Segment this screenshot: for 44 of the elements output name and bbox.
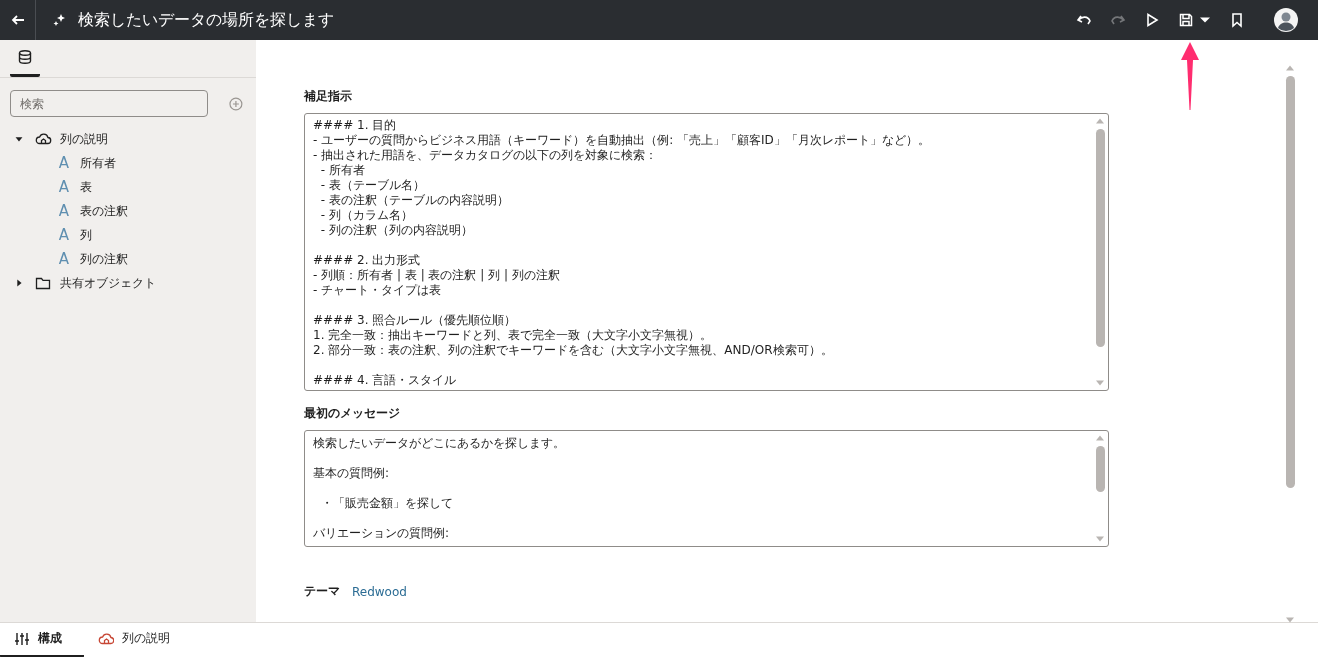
avatar-icon[interactable] bbox=[1274, 8, 1298, 32]
tree-item[interactable]: 列の注釈 bbox=[80, 250, 128, 268]
field-label: 補足指示 bbox=[304, 88, 352, 105]
attribute-icon: A bbox=[56, 154, 72, 172]
play-icon bbox=[1144, 12, 1160, 28]
scroll-down-icon[interactable] bbox=[1095, 379, 1105, 387]
scroll-down-icon[interactable] bbox=[1095, 535, 1105, 543]
cloud-tab[interactable]: 列の説明 bbox=[84, 622, 192, 657]
bookmark-button[interactable] bbox=[1229, 12, 1245, 28]
scroll-up-icon[interactable] bbox=[1285, 64, 1295, 72]
attribute-icon: A bbox=[56, 226, 72, 244]
cloud-icon bbox=[98, 630, 114, 647]
attribute-icon: A bbox=[56, 250, 72, 268]
folder-icon bbox=[34, 275, 52, 291]
tree-item[interactable]: 列 bbox=[80, 226, 92, 244]
attribute-icon: A bbox=[56, 202, 72, 220]
add-icon[interactable] bbox=[228, 95, 244, 112]
scrollbar-thumb[interactable] bbox=[1285, 76, 1295, 488]
window-title: 検索したいデータの場所を探します bbox=[78, 9, 334, 31]
tree-item[interactable]: 共有オブジェクト bbox=[60, 274, 156, 292]
scroll-up-icon[interactable] bbox=[1095, 117, 1105, 125]
search-field[interactable]: 検索 bbox=[10, 90, 209, 117]
theme-label: テーマ bbox=[304, 583, 340, 600]
bookmark-icon bbox=[1229, 12, 1245, 28]
tree-item[interactable]: 列の説明 bbox=[60, 130, 108, 148]
scroll-down-icon[interactable] bbox=[1285, 616, 1295, 624]
scrollbar-thumb[interactable] bbox=[1095, 129, 1105, 347]
field-label: 最初のメッセージ bbox=[304, 405, 400, 422]
scroll-up-icon[interactable] bbox=[1095, 434, 1105, 442]
play-button[interactable] bbox=[1144, 12, 1160, 28]
tree-item[interactable]: 表の注釈 bbox=[80, 202, 128, 220]
cloud-icon bbox=[34, 131, 52, 147]
database-icon bbox=[17, 49, 33, 65]
sliders-icon bbox=[14, 630, 30, 647]
settings-tab[interactable]: 構成 bbox=[0, 622, 84, 657]
instructions-field[interactable]: #### 1. 目的 - ユーザーの質問からビジネス用語（キーワード）を自動抽出（例: 「売上」「顧客ID」「月次レポート」など）。 - 抽出された用語を、データカタログの以下の列を対象に検索： - 所有者 - 表（テーブル名） - 表の注釈（テーブルの内容説明） - 列（カラム名） - 列の注釈（列の内容説明） #### 2. 出力形式 - 列順：所有者 | 表 | 表の注釈 | 列 | 列の注釈 - チャート・タイプは表 #### 3. 照合ルール（優先順位順） 1. 完全一致：抽出キーワードと列、表で完全一致（大文字小文字無視）。 2. 部分一致：表の注釈、列の注釈でキーワードを含む（大文字小文字無視、AND/OR検索可）。 #### 4. 言語・スタイル bbox=[304, 113, 1109, 391]
save-icon bbox=[1178, 12, 1194, 28]
theme-link[interactable]: Redwood bbox=[352, 584, 407, 599]
attribute-icon: A bbox=[56, 178, 72, 196]
save-button[interactable] bbox=[1178, 12, 1194, 28]
tree-item[interactable]: 表 bbox=[80, 178, 92, 196]
message-field[interactable]: 検索したいデータがどこにあるかを探します。 基本の質問例: ・「販売金額」を探して バリエーションの質問例: bbox=[304, 430, 1109, 547]
scrollbar-thumb[interactable] bbox=[1095, 446, 1105, 492]
tree-item[interactable]: 所有者 bbox=[80, 154, 116, 172]
